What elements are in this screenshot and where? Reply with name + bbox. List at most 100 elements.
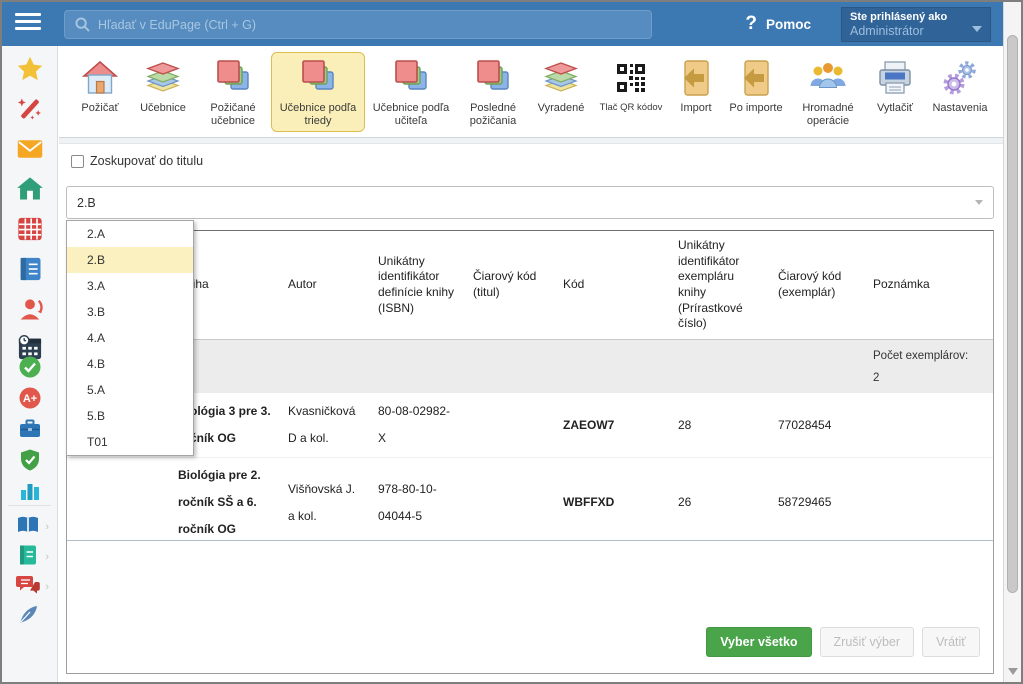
- magic-wand-icon[interactable]: [16, 95, 44, 123]
- cell-isbn: 80-08-02982-X: [370, 394, 465, 456]
- table-row[interactable]: Biológia pre 2. ročník SŠ a 6. ročník OG…: [67, 457, 993, 539]
- toolbar-item-label: Požičané učebnice: [200, 102, 266, 127]
- toolbar-item-vyradene[interactable]: Vyradené: [531, 52, 591, 120]
- group-summary-row: Počet exemplárov: 2: [67, 340, 993, 393]
- app-window: ? Pomoc Ste prihlásený ako Administrátor: [0, 0, 1023, 684]
- chevron-down-icon: [975, 200, 983, 205]
- logged-in-as-label: Ste prihlásený ako: [850, 11, 982, 23]
- chevron-down-icon: [972, 26, 982, 32]
- column-header-barcode-exemplar: Čiarový kód (exemplár): [770, 263, 865, 306]
- search-icon: [75, 17, 90, 32]
- cell-barcode-title: [465, 499, 555, 507]
- star-icon[interactable]: [16, 55, 44, 83]
- help-label: Pomoc: [766, 17, 811, 32]
- toolbar-item-nastavenia[interactable]: Nastavenia: [925, 52, 995, 120]
- toolbar-item-ucebnice[interactable]: Učebnice: [131, 52, 195, 120]
- book-stack-icon: [142, 57, 184, 99]
- toolbar-item-po-importe[interactable]: Po importe: [723, 52, 789, 120]
- top-bar: ? Pomoc Ste prihlásený ako Administrátor: [2, 2, 1003, 46]
- vertical-scrollbar[interactable]: [1003, 2, 1021, 682]
- scrollbar-down-arrow-icon[interactable]: [1008, 668, 1018, 675]
- class-select-value: 2.B: [77, 196, 975, 210]
- return-button[interactable]: Vrátiť: [922, 627, 980, 657]
- toolbar-item-hromadne-operacie[interactable]: Hromadné operácie: [791, 52, 865, 132]
- user-role: Administrátor: [850, 24, 982, 38]
- toolbar-item-vytlacit[interactable]: Vytlačiť: [867, 52, 923, 120]
- class-option[interactable]: 4.B: [67, 351, 193, 377]
- select-all-button[interactable]: Vyber všetko: [706, 627, 811, 657]
- hamburger-menu-icon[interactable]: [15, 13, 41, 35]
- books-table: Kniha Autor Unikátny identifikátor defin…: [66, 230, 994, 674]
- home-icon[interactable]: [16, 175, 44, 203]
- help-button[interactable]: ? Pomoc: [745, 2, 811, 46]
- envelope-icon[interactable]: [16, 135, 44, 163]
- briefcase-agenda-icon[interactable]: [18, 417, 42, 441]
- toolbar-item-label: Požičať: [81, 102, 118, 115]
- sidebar-divider: [8, 505, 51, 506]
- class-option[interactable]: 3.A: [67, 273, 193, 299]
- help-icon: ?: [745, 13, 757, 35]
- class-option[interactable]: 5.B: [67, 403, 193, 429]
- cell-barcode-exemplar: 77028454: [770, 408, 865, 443]
- column-header-barcode-title: Čiarový kód (titul): [465, 263, 555, 306]
- toolbar-item-tlac-qr-kodov[interactable]: Tlač QR kódov: [593, 52, 669, 120]
- exemplar-count-value: 2: [873, 367, 985, 389]
- library-book-icon[interactable]: ›: [16, 513, 40, 537]
- exemplar-count-label: Počet exemplárov:: [873, 345, 985, 367]
- cell-poznamka: [865, 421, 993, 429]
- cell-kod: ZAEOW7: [555, 408, 670, 443]
- toolbar-item-label: Učebnice podľa triedy: [274, 102, 362, 127]
- table-footer: Vyber všetko Zrušiť výber Vrátiť: [67, 540, 993, 673]
- module-toolbar: Požičať Učebnice Požičané učebnice Učebn…: [59, 46, 1003, 138]
- gears-icon: [940, 57, 980, 99]
- global-search[interactable]: [64, 10, 652, 39]
- attendance-check-icon[interactable]: [18, 355, 42, 379]
- search-input[interactable]: [98, 18, 641, 32]
- group-by-title-checkbox[interactable]: [71, 155, 84, 168]
- class-option[interactable]: 5.A: [67, 377, 193, 403]
- footer-buttons: Vyber všetko Zrušiť výber Vrátiť: [698, 627, 980, 657]
- stacked-squares-icon: [391, 57, 431, 99]
- substitution-person-icon[interactable]: [16, 295, 44, 323]
- messages-chat-icon[interactable]: ›: [16, 573, 40, 597]
- cell-kniha: Biológia pre 2. ročník SŠ a 6. ročník OG: [170, 458, 280, 547]
- cancel-selection-button[interactable]: Zrušiť výber: [820, 627, 915, 657]
- class-option-selected[interactable]: 2.B: [67, 247, 193, 273]
- table-row[interactable]: Biológia 3 pre 3. ročník OG Kvasničková …: [67, 393, 993, 457]
- class-select[interactable]: 2.B: [66, 186, 994, 219]
- signature-quill-icon[interactable]: [16, 603, 40, 627]
- toolbar-item-ucebnice-podla-triedy[interactable]: Učebnice podľa triedy: [271, 52, 365, 132]
- class-option[interactable]: 3.B: [67, 299, 193, 325]
- toolbar-item-pozicane-ucebnice[interactable]: Požičané učebnice: [197, 52, 269, 132]
- table-header-row: Kniha Autor Unikátny identifikátor defin…: [67, 231, 993, 340]
- chevron-right-icon: ›: [45, 581, 49, 593]
- cell-poznamka: [865, 499, 993, 507]
- notebook-icon[interactable]: [16, 255, 44, 283]
- cell-barcode-title: [465, 421, 555, 429]
- toolbar-item-import[interactable]: Import: [671, 52, 721, 120]
- column-header-autor: Autor: [280, 271, 370, 299]
- printer-icon: [875, 57, 915, 99]
- grades-a-plus-icon[interactable]: A+: [18, 386, 42, 410]
- toolbar-item-pozicat[interactable]: Požičať: [71, 52, 129, 120]
- class-option[interactable]: T01: [67, 429, 193, 455]
- class-option[interactable]: 4.A: [67, 325, 193, 351]
- toolbar-item-posledne-pozicania[interactable]: Posledné požičania: [457, 52, 529, 132]
- timetable-grid-icon[interactable]: [16, 215, 44, 243]
- logged-in-user-dropdown[interactable]: Ste prihlásený ako Administrátor: [841, 7, 991, 42]
- toolbar-item-label: Import: [680, 102, 711, 115]
- column-header-poznamka: Poznámka: [865, 271, 993, 299]
- class-option[interactable]: 2.A: [67, 221, 193, 247]
- toolbar-item-label: Hromadné operácie: [794, 102, 862, 127]
- security-shield-icon[interactable]: [18, 448, 42, 472]
- stacked-squares-icon: [213, 57, 253, 99]
- scrollbar-thumb[interactable]: [1007, 35, 1018, 593]
- statistics-bars-icon[interactable]: [18, 479, 42, 503]
- group-by-title-checkbox-row[interactable]: Zoskupovať do titulu: [71, 154, 203, 168]
- cell-isbn: 978-80-10-04044-5: [370, 472, 465, 534]
- toolbar-item-label: Po importe: [729, 102, 782, 115]
- documents-notes-icon[interactable]: ›: [16, 543, 40, 567]
- toolbar-item-ucebnice-podla-ucitela[interactable]: Učebnice podľa učiteľa: [367, 52, 455, 132]
- stacked-squares-icon: [473, 57, 513, 99]
- qr-code-icon: [614, 57, 648, 99]
